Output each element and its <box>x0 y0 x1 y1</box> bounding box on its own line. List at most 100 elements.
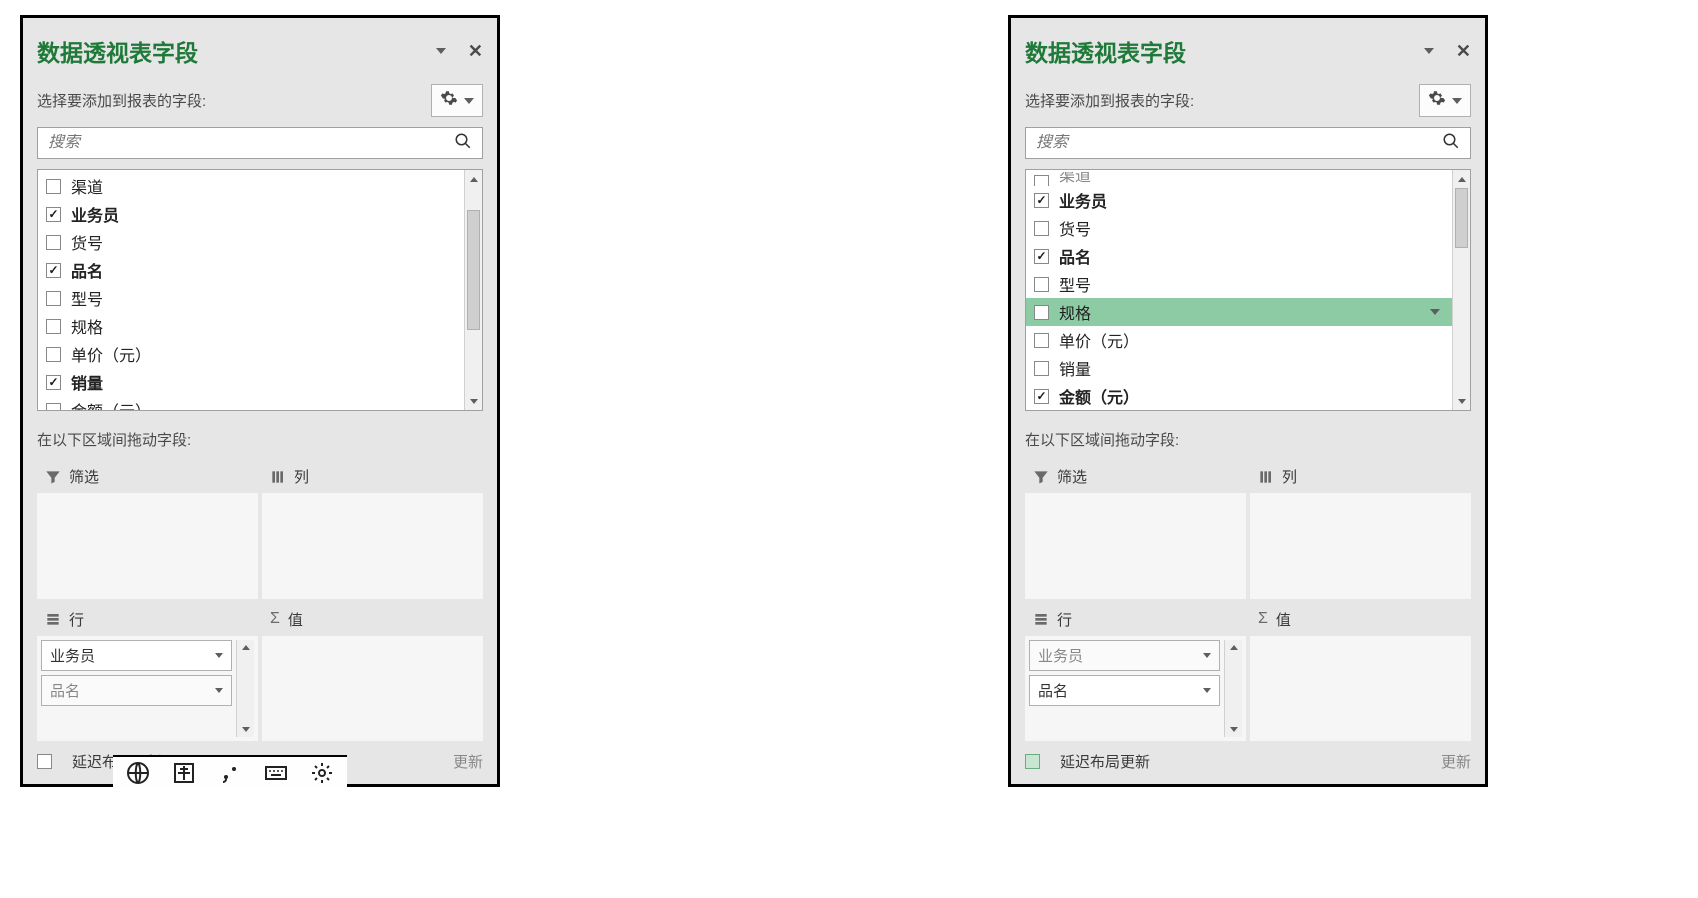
field-list[interactable]: 渠道 业务员货号品名型号规格单价（元）销量金额（元） <box>1026 170 1452 410</box>
field-item[interactable]: 金额（元） <box>38 396 464 410</box>
checkbox-icon[interactable] <box>46 403 61 411</box>
columns-zone[interactable]: 列 <box>1250 460 1471 599</box>
scroll-thumb[interactable] <box>467 210 480 330</box>
rows-zone[interactable]: 行 业务员品名 <box>37 603 258 742</box>
values-body[interactable] <box>1250 636 1471 742</box>
mini-scrollbar[interactable] <box>236 640 254 738</box>
columns-zone[interactable]: 列 <box>262 460 483 599</box>
chevron-down-icon[interactable] <box>1430 309 1440 315</box>
close-icon[interactable]: ✕ <box>468 41 483 62</box>
chevron-down-icon[interactable] <box>215 688 223 693</box>
scroll-up-icon[interactable] <box>237 640 254 656</box>
field-item[interactable]: 规格 <box>38 312 464 340</box>
columns-body[interactable] <box>1250 493 1471 599</box>
values-zone[interactable]: Σ 值 <box>1250 603 1471 742</box>
checkbox-icon[interactable] <box>1034 193 1049 208</box>
field-item[interactable]: 销量 <box>1026 354 1452 382</box>
filters-body[interactable] <box>37 493 258 599</box>
field-item[interactable]: 业务员 <box>38 200 464 228</box>
defer-checkbox[interactable] <box>37 754 52 769</box>
search-input[interactable] <box>48 134 454 152</box>
scroll-thumb[interactable] <box>1455 188 1468 248</box>
filters-zone[interactable]: 筛选 <box>1025 460 1246 599</box>
checkbox-icon[interactable] <box>46 263 61 278</box>
keyboard-icon[interactable] <box>263 760 289 786</box>
scroll-up-icon[interactable] <box>1453 170 1470 188</box>
row-field-item[interactable]: 品名 <box>1029 675 1220 706</box>
rows-body[interactable]: 业务员品名 <box>1025 636 1246 742</box>
defer-update-toggle[interactable]: 延迟布局更新 <box>1025 751 1150 772</box>
checkbox-icon[interactable] <box>1034 361 1049 376</box>
search-box[interactable] <box>37 127 483 159</box>
field-item[interactable]: 型号 <box>38 284 464 312</box>
checkbox-icon[interactable] <box>46 179 61 194</box>
filters-zone[interactable]: 筛选 <box>37 460 258 599</box>
settings-icon[interactable] <box>309 760 335 786</box>
row-field-item[interactable]: 品名 <box>41 675 232 706</box>
columns-body[interactable] <box>262 493 483 599</box>
scroll-up-icon[interactable] <box>465 170 482 188</box>
mini-scrollbar[interactable] <box>1224 640 1242 738</box>
tools-button[interactable] <box>431 84 483 117</box>
checkbox-icon[interactable] <box>1034 305 1049 320</box>
pane-menu-dropdown-icon[interactable] <box>436 48 446 54</box>
field-item[interactable]: 业务员 <box>1026 186 1452 214</box>
scroll-down-icon[interactable] <box>465 392 482 410</box>
field-item[interactable]: 金额（元） <box>1026 382 1452 410</box>
scroll-down-icon[interactable] <box>237 721 254 737</box>
search-icon[interactable] <box>454 132 472 155</box>
field-list[interactable]: 渠道业务员货号品名型号规格单价（元）销量金额（元） <box>38 170 464 410</box>
values-zone[interactable]: Σ 值 <box>262 603 483 742</box>
ime-icon[interactable] <box>171 760 197 786</box>
scroll-track[interactable] <box>465 188 482 392</box>
tools-button[interactable] <box>1419 84 1471 117</box>
row-field-item[interactable]: 业务员 <box>1029 640 1220 671</box>
checkbox-icon[interactable] <box>46 291 61 306</box>
checkbox-icon[interactable] <box>1034 277 1049 292</box>
scrollbar[interactable] <box>464 170 482 410</box>
update-button[interactable]: 更新 <box>453 751 483 772</box>
search-input[interactable] <box>1036 134 1442 152</box>
update-button[interactable]: 更新 <box>1441 751 1471 772</box>
defer-checkbox[interactable] <box>1025 754 1040 769</box>
filters-body[interactable] <box>1025 493 1246 599</box>
chevron-down-icon[interactable] <box>215 653 223 658</box>
field-item[interactable]: 型号 <box>1026 270 1452 298</box>
field-item[interactable]: 品名 <box>1026 242 1452 270</box>
values-body[interactable] <box>262 636 483 742</box>
checkbox-icon[interactable] <box>1034 221 1049 236</box>
field-item[interactable]: 品名 <box>38 256 464 284</box>
punctuation-icon[interactable] <box>217 760 243 786</box>
chevron-down-icon[interactable] <box>1203 653 1211 658</box>
close-icon[interactable]: ✕ <box>1456 41 1471 62</box>
checkbox-icon[interactable] <box>1034 333 1049 348</box>
chevron-down-icon[interactable] <box>1203 688 1211 693</box>
scrollbar[interactable] <box>1452 170 1470 410</box>
checkbox-icon[interactable] <box>1034 175 1049 186</box>
field-item[interactable]: 单价（元） <box>38 340 464 368</box>
field-item[interactable]: 渠道 <box>38 172 464 200</box>
checkbox-icon[interactable] <box>46 319 61 334</box>
checkbox-icon[interactable] <box>1034 389 1049 404</box>
checkbox-icon[interactable] <box>1034 249 1049 264</box>
field-item-partial[interactable]: 渠道 <box>1026 172 1452 186</box>
field-item[interactable]: 规格 <box>1026 298 1452 326</box>
checkbox-icon[interactable] <box>46 235 61 250</box>
checkbox-icon[interactable] <box>46 375 61 390</box>
search-icon[interactable] <box>1442 132 1460 155</box>
field-item[interactable]: 货号 <box>1026 214 1452 242</box>
scroll-down-icon[interactable] <box>1453 392 1470 410</box>
scroll-track[interactable] <box>1225 656 1242 722</box>
search-box[interactable] <box>1025 127 1471 159</box>
field-item[interactable]: 货号 <box>38 228 464 256</box>
checkbox-icon[interactable] <box>46 207 61 222</box>
field-item[interactable]: 单价（元） <box>1026 326 1452 354</box>
globe-icon[interactable] <box>125 760 151 786</box>
rows-body[interactable]: 业务员品名 <box>37 636 258 742</box>
checkbox-icon[interactable] <box>46 347 61 362</box>
scroll-down-icon[interactable] <box>1225 721 1242 737</box>
scroll-track[interactable] <box>237 656 254 722</box>
scroll-track[interactable] <box>1453 188 1470 392</box>
pane-menu-dropdown-icon[interactable] <box>1424 48 1434 54</box>
rows-zone[interactable]: 行 业务员品名 <box>1025 603 1246 742</box>
